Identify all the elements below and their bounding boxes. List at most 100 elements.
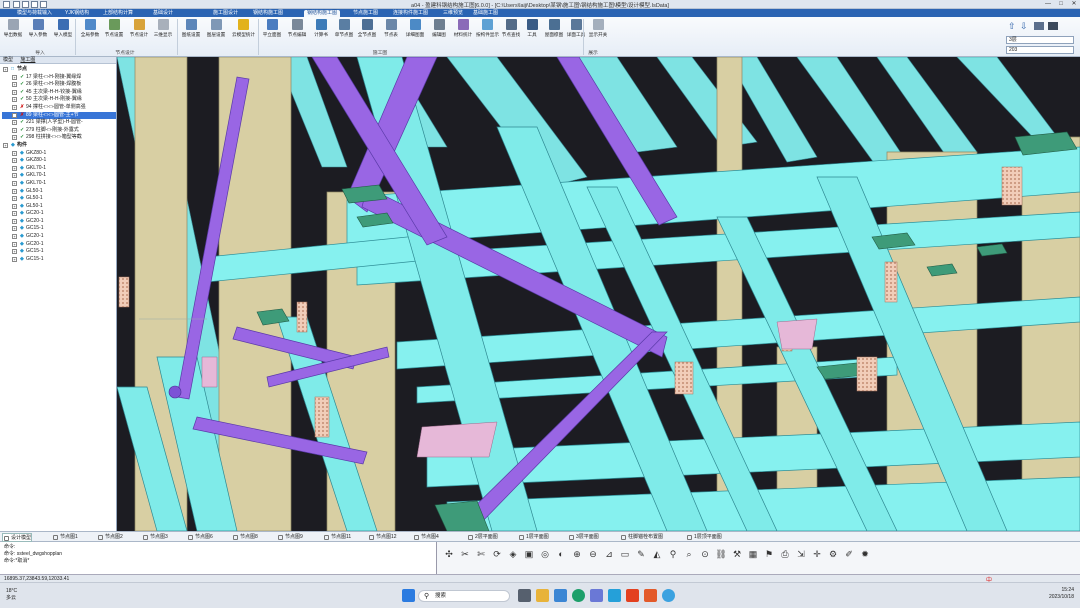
folder-icon[interactable] (554, 589, 567, 602)
ribbon-button[interactable]: 导入模型 (52, 19, 74, 46)
find-icon[interactable]: ⌕ (683, 548, 695, 560)
axis-icon[interactable]: ✛ (811, 548, 823, 560)
beam-icon[interactable]: ▭ (619, 548, 631, 560)
expand-icon[interactable]: + (12, 165, 17, 171)
move-icon[interactable]: ✣ (443, 548, 455, 560)
tree-node[interactable]: + ✓ 26 梁柱-□-H-刚接-焊腹板 (2, 81, 116, 89)
view-icon[interactable]: ◐ (555, 548, 567, 560)
target-icon[interactable]: ⊙ (699, 548, 711, 560)
camera-icon[interactable]: ▦ (747, 548, 759, 560)
tree-node[interactable]: + □ 节点 (2, 66, 116, 74)
drawing-tab[interactable]: 节点图6 (187, 533, 213, 542)
expand-icon[interactable]: + (12, 211, 17, 217)
ribbon-tab[interactable]: 连接构件施工图 (390, 10, 431, 17)
ribbon-button[interactable]: 图层设置 (205, 19, 227, 46)
cube-icon[interactable]: ◈ (507, 548, 519, 560)
drawing-tab[interactable]: 节点图8 (232, 533, 258, 542)
office-icon[interactable] (644, 589, 657, 602)
ribbon-tab[interactable]: YJK钢结构 (62, 10, 92, 17)
mail-icon[interactable] (608, 589, 621, 602)
rotate-icon[interactable]: ⟳ (491, 548, 503, 560)
ribbon-tab[interactable]: 施工图设计 (210, 10, 241, 17)
ribbon-button[interactable]: 全局参数 (79, 19, 101, 46)
ribbon-button[interactable]: 云模型统计 (232, 19, 255, 46)
ribbon-button[interactable]: 编辑图 (428, 19, 450, 46)
tree-node[interactable]: + ◆ GC20-1 (2, 210, 116, 218)
drawing-tab[interactable]: 柱脚锚栓布置图 (620, 533, 663, 542)
expand-icon[interactable]: + (12, 74, 17, 80)
number-select[interactable]: 203 (1006, 46, 1074, 54)
ribbon-tab[interactable]: 模型与荷载输入 (14, 10, 55, 17)
tree-node[interactable]: + ◆ GC15-1 (2, 256, 116, 264)
expand-icon[interactable]: + (12, 173, 17, 179)
link-icon[interactable]: ⛓ (715, 548, 727, 560)
expand-icon[interactable]: + (12, 196, 17, 202)
close-button[interactable]: ✕ (1068, 0, 1080, 9)
tree-node[interactable]: + ✓ 298 柱拼接-□-□-箱型等截 (2, 134, 116, 142)
ribbon-button[interactable]: 计算书 (310, 19, 332, 46)
floor-up-icon[interactable]: ⇧ (1008, 21, 1016, 32)
tree-node[interactable]: + ◆ GC15-1 (2, 225, 116, 233)
taskbar-search-box[interactable]: ⚲ 搜索 (418, 590, 510, 602)
expand-icon[interactable]: + (12, 180, 17, 186)
start-menu-icon[interactable] (402, 589, 415, 602)
ribbon-button[interactable]: 导入参数 (27, 19, 49, 46)
tree-node[interactable]: + ◆ GKZ80-1 (2, 157, 116, 165)
zoom-icon[interactable]: ⊕ (571, 548, 583, 560)
ribbon-button[interactable]: 单节点图 (333, 19, 355, 46)
zoom-out-icon[interactable]: ⊖ (587, 548, 599, 560)
expand-icon[interactable]: + (12, 82, 17, 88)
file-explorer-icon[interactable] (536, 589, 549, 602)
expand-icon[interactable]: + (3, 142, 8, 148)
tree-node[interactable]: + ◆ GKL70-1 (2, 180, 116, 188)
expand-icon[interactable]: + (12, 226, 17, 232)
search-icon[interactable]: ⚲ (667, 548, 679, 560)
drawing-tab[interactable]: 节点图4 (413, 533, 439, 542)
expand-icon[interactable]: + (12, 127, 17, 133)
ribbon-button[interactable]: 工具 (521, 19, 543, 46)
drawing-tab[interactable]: 节点图3 (142, 533, 168, 542)
tree-node[interactable]: + ◆ GL50-1 (2, 203, 116, 211)
expand-icon[interactable]: + (12, 97, 17, 103)
tree-node[interactable]: + ✗ 94 撑柱-□-□-圆管-单侧高强 (2, 104, 116, 112)
ribbon-button[interactable]: 节点设置 (103, 19, 125, 46)
export-icon[interactable]: ⇲ (795, 548, 807, 560)
tab-model[interactable]: 模型 (3, 57, 13, 63)
expand-icon[interactable]: + (12, 218, 17, 224)
ribbon-button[interactable]: 材料统计 (452, 19, 474, 46)
ribbon-button[interactable]: 屋面檩图 (543, 19, 565, 46)
drawing-tab[interactable]: 1层平面图 (518, 533, 549, 542)
tree-node[interactable]: + ◆ GL50-1 (2, 188, 116, 196)
drawing-tab[interactable]: 节点图1 (52, 533, 78, 542)
ribbon-button[interactable]: 三维显示 (152, 19, 174, 46)
ribbon-button[interactable]: 全节点图 (356, 19, 378, 46)
minimize-button[interactable]: — (1042, 0, 1054, 9)
tree-node[interactable]: + ◆ 构件 (2, 142, 116, 150)
browser-icon[interactable] (572, 589, 585, 602)
drawing-tab[interactable]: 设计模型 (2, 533, 33, 542)
section-icon[interactable]: ◭ (651, 548, 663, 560)
ribbon-button[interactable]: 导出数据 (2, 19, 24, 46)
ribbon-button[interactable]: 节点设计 (128, 19, 150, 46)
ribbon-button[interactable]: 图纸设置 (180, 19, 202, 46)
drawing-tab[interactable]: 节点图2 (97, 533, 123, 542)
tree-node[interactable]: + ◆ GC20-1 (2, 241, 116, 249)
structure-3d-view[interactable] (117, 57, 1080, 531)
wps-icon[interactable] (626, 589, 639, 602)
tree-node[interactable]: + ◆ GC15-1 (2, 248, 116, 256)
expand-icon[interactable]: + (12, 249, 17, 255)
drawing-tab[interactable]: 节点图11 (323, 533, 351, 542)
floor-select[interactable]: 3层 (1006, 36, 1074, 44)
ribbon-tab[interactable]: 上部结构计算 (100, 10, 136, 17)
tree-node[interactable]: + ◆ GKZ80-1 (2, 150, 116, 158)
measure-icon[interactable]: ⊿ (603, 548, 615, 560)
expand-icon[interactable]: + (12, 203, 17, 209)
ribbon-button[interactable]: 节点表 (380, 19, 402, 46)
stack-icon[interactable] (1048, 22, 1058, 30)
drawing-tab[interactable]: 3层平面图 (568, 533, 599, 542)
tree-node[interactable]: + ◆ GKL70-1 (2, 165, 116, 173)
drawing-tab[interactable]: 2层平面图 (467, 533, 498, 542)
ribbon-tab[interactable]: 钢结构施工图 (304, 10, 341, 17)
expand-icon[interactable]: + (12, 112, 17, 118)
app-icon[interactable] (590, 589, 603, 602)
